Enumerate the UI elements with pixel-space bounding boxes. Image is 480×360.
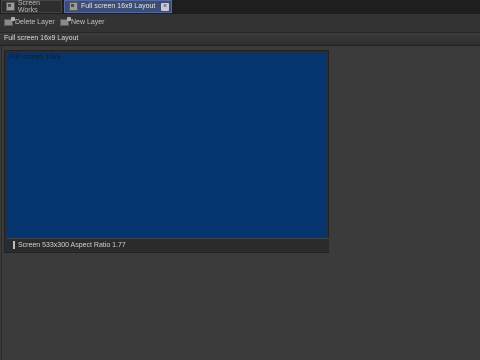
tab-label: Screen Works (17, 0, 41, 14)
monitor-icon (6, 2, 15, 11)
layout-canvas[interactable]: Full screen 16x9 (7, 53, 326, 238)
status-text: Screen 533x300 Aspect Ratio 1.77 (18, 241, 126, 249)
canvas-status-bar: Screen 533x300 Aspect Ratio 1.77 (7, 238, 329, 251)
layout-icon (69, 2, 78, 11)
workspace: Full screen 16x9 Screen 533x300 Aspect R… (1, 46, 480, 360)
tab-screen-works[interactable]: Screen Works (1, 0, 62, 14)
delete-layer-icon (4, 17, 15, 26)
delete-layer-label: Delete Layer (15, 19, 55, 26)
tab-full-screen-layout[interactable]: Full screen 16x9 Layout × (64, 0, 172, 13)
toolbar: Delete Layer New Layer (0, 14, 480, 33)
new-layer-icon (60, 17, 71, 26)
layout-title-bar: Full screen 16x9 Layout (0, 33, 480, 46)
canvas-label: Full screen 16x9 (9, 54, 61, 61)
canvas-frame: Full screen 16x9 Screen 533x300 Aspect R… (4, 50, 329, 253)
delete-layer-button[interactable]: Delete Layer (4, 17, 55, 28)
close-icon[interactable]: × (161, 3, 169, 11)
tab-label: Full screen 16x9 Layout (81, 3, 156, 10)
new-layer-label: New Layer (71, 19, 105, 26)
layout-title: Full screen 16x9 Layout (4, 35, 79, 42)
tab-bar: Screen Works Full screen 16x9 Layout × (0, 0, 480, 14)
status-marker-icon (13, 241, 15, 249)
new-layer-button[interactable]: New Layer (60, 17, 104, 28)
